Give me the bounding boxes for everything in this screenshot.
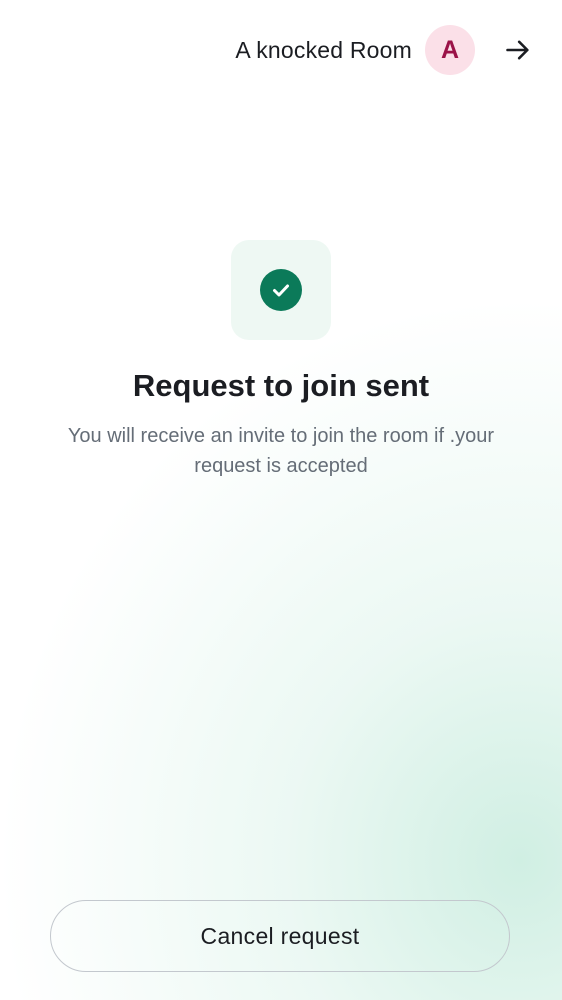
cancel-request-button[interactable]: Cancel request: [50, 900, 510, 972]
checkmark-icon: [273, 284, 289, 297]
forward-button[interactable]: [496, 28, 540, 72]
room-name: A knocked Room: [235, 37, 412, 63]
success-icon-tile: [231, 240, 331, 340]
status-description: You will receive an invite to join the r…: [67, 425, 495, 477]
avatar-initial: A: [440, 35, 460, 64]
top-bar: A knocked Room A: [0, 0, 562, 100]
check-circle-icon: [260, 269, 302, 311]
room-avatar: A: [425, 25, 475, 75]
arrow-right-icon: [506, 40, 529, 60]
page-title: Request to join sent: [132, 368, 430, 403]
